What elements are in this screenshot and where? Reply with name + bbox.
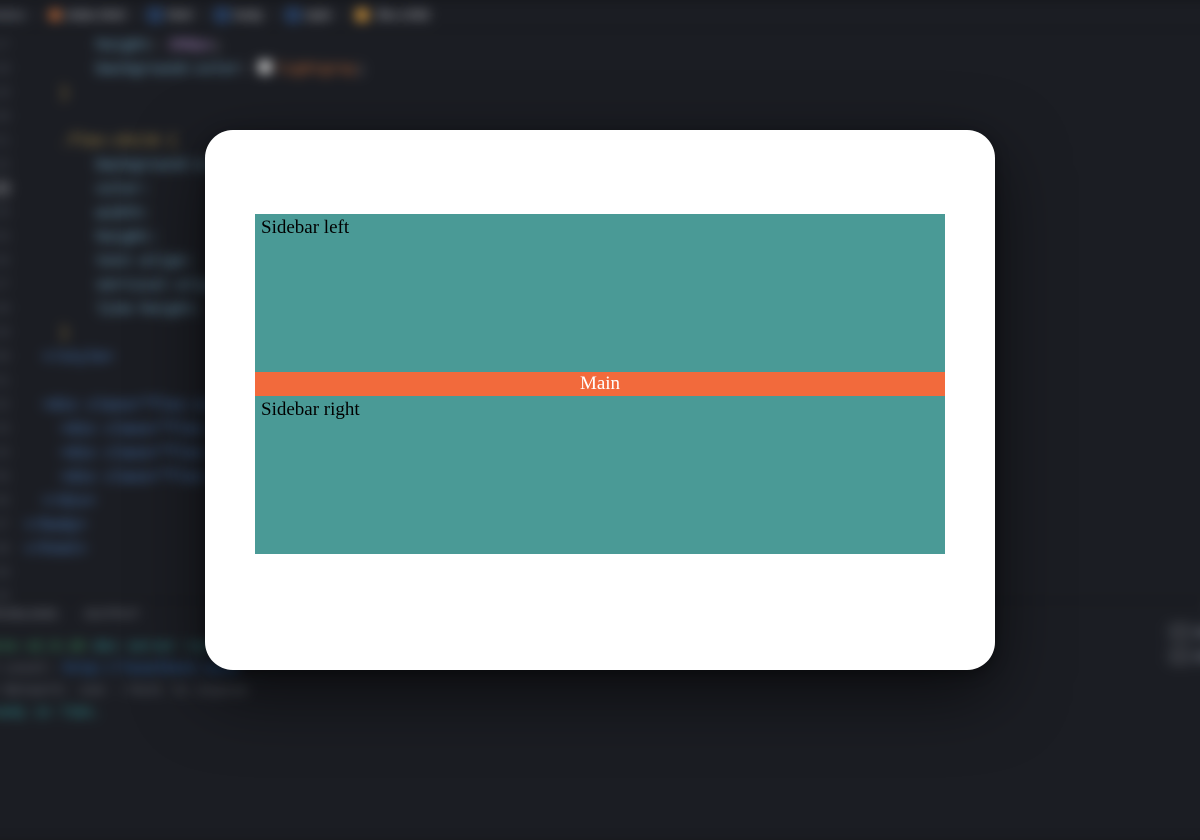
flex-demo: Sidebar left Main Sidebar right (255, 214, 945, 554)
code-line[interactable]: height: 200px; (24, 34, 1200, 58)
terminal-icon (1173, 625, 1187, 639)
chevron-right-icon: › (36, 7, 40, 22)
terminal-instance[interactable]: zsh (1165, 646, 1200, 666)
html-file-icon (50, 10, 60, 20)
terminal-icon (1173, 649, 1187, 663)
breadcrumb-node-html[interactable]: html (149, 7, 192, 22)
breadcrumb-folder[interactable]: Flexbox (0, 7, 26, 22)
chevron-right-icon: › (273, 7, 277, 22)
sidebar-right-block: Sidebar right (255, 396, 945, 554)
preview-card: Sidebar left Main Sidebar right (205, 130, 995, 670)
line-gutter: 171819 202122 232425 262728 293031 32333… (0, 34, 24, 610)
main-block: Main (255, 372, 945, 396)
terminal-instance[interactable]: zsh (1165, 622, 1200, 642)
breadcrumb-node-style[interactable]: style (287, 7, 332, 22)
code-line[interactable]: } (24, 82, 1200, 106)
panel-tab-output[interactable]: OUTPUT (85, 607, 140, 621)
breadcrumb-file[interactable]: index.html (50, 7, 125, 22)
code-line[interactable]: background-color: lightgray; (24, 58, 1200, 82)
chevron-right-icon: › (202, 7, 206, 22)
code-line[interactable] (24, 106, 1200, 130)
chevron-right-icon: › (135, 7, 139, 22)
panel-tab-problems[interactable]: PROBLEMS (0, 607, 59, 621)
breadcrumb-selector[interactable]: .flex-child (356, 7, 429, 22)
sidebar-left-block: Sidebar left (255, 214, 945, 372)
breadcrumb: Flexbox › index.html › html › body › sty… (0, 0, 1200, 30)
terminal-sidebar: + zsh zsh (1165, 600, 1200, 666)
chevron-right-icon: › (342, 7, 346, 22)
breadcrumb-node-body[interactable]: body (216, 7, 262, 22)
color-swatch-icon (258, 60, 272, 74)
